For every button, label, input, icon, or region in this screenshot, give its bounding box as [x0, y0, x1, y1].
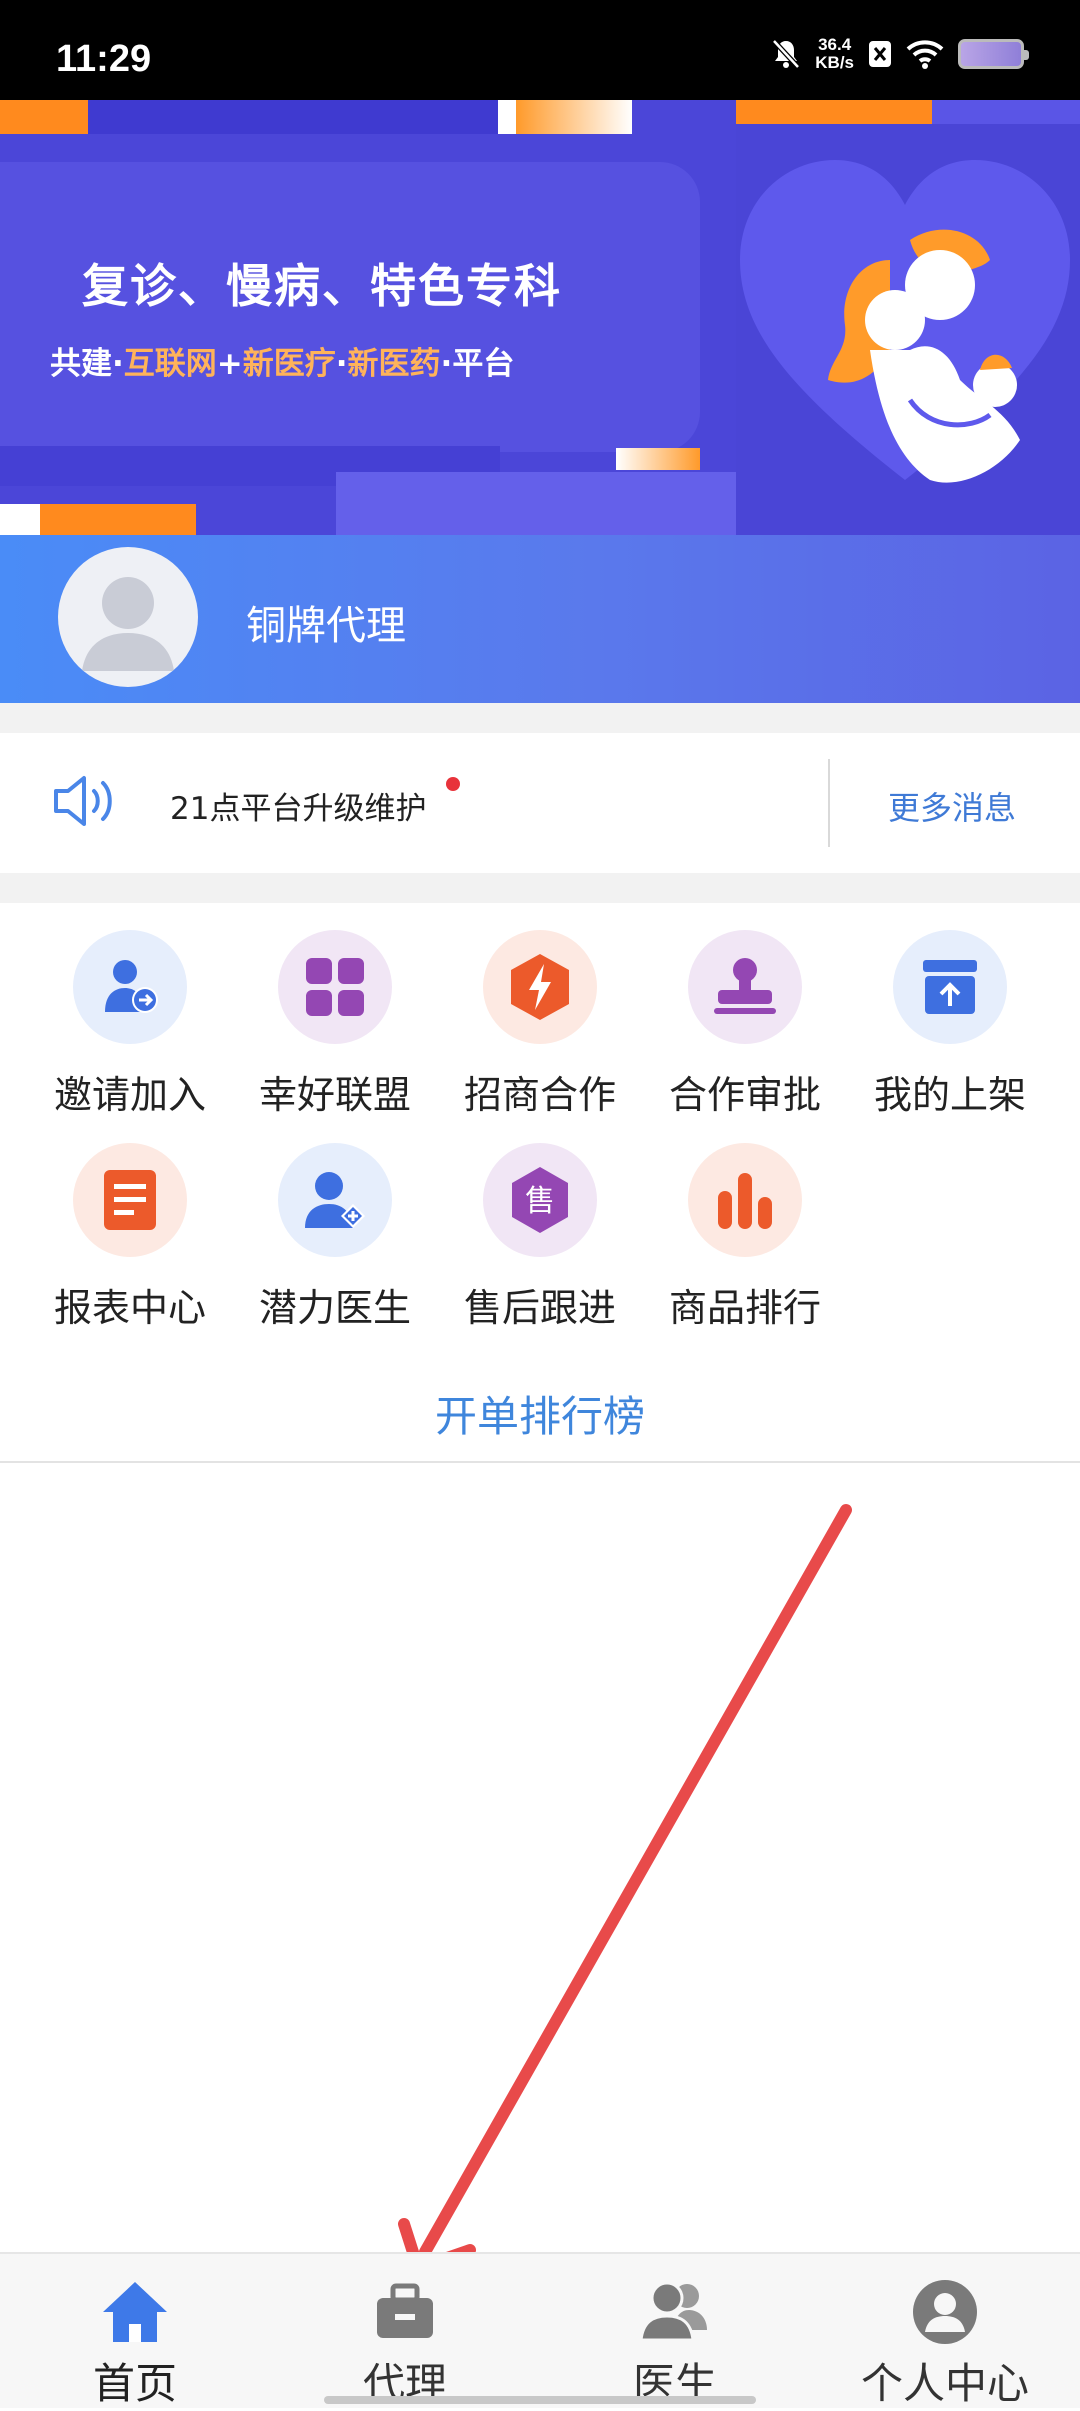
network-speed: 36.4 KB/s	[815, 36, 854, 72]
grid-item-after-sale[interactable]: 售 售后跟进	[437, 1143, 643, 1332]
grid-item-label: 邀请加入	[53, 1073, 206, 1117]
banner-sub-text: ·平台	[440, 346, 515, 382]
tab-doctor[interactable]: 医生	[540, 2254, 810, 2410]
tab-home[interactable]: 首页	[0, 2254, 270, 2410]
grid-item-investment[interactable]: 招商合作	[437, 930, 643, 1119]
banner-subtitle: 共建·互联网+新医疗·新医药·平台	[50, 338, 514, 383]
lightning-icon	[483, 930, 597, 1044]
grid-apps-icon	[278, 930, 392, 1044]
speaker-icon	[54, 776, 112, 826]
report-icon	[73, 1143, 187, 1257]
mute-bell-icon	[772, 39, 801, 69]
briefcase-icon	[377, 2283, 433, 2338]
grid-item-potential-doctor[interactable]: 潜力医生	[232, 1143, 438, 1332]
default-avatar-icon	[82, 577, 174, 671]
notice-text[interactable]: 21点平台升级维护	[170, 783, 426, 828]
status-time: 11:29	[56, 38, 152, 80]
grid-item-label: 潜力医生	[258, 1286, 411, 1330]
grid-item-label: 报表中心	[53, 1286, 206, 1330]
home-icon	[103, 2282, 167, 2342]
banner-sub-text: +	[216, 346, 243, 382]
battery-icon	[958, 39, 1029, 69]
notice-bar[interactable]: 21点平台升级维护 更多消息	[0, 733, 1080, 873]
tab-profile[interactable]: 个人中心	[810, 2254, 1080, 2410]
grid-item-approval[interactable]: 合作审批	[642, 930, 848, 1119]
user-add-icon	[278, 1143, 392, 1257]
after-sale-icon: 售	[483, 1143, 597, 1257]
shelf-upload-icon	[893, 930, 1007, 1044]
home-indicator[interactable]	[324, 2396, 756, 2404]
grid-item-label: 售后跟进	[463, 1286, 616, 1330]
more-messages-link[interactable]: 更多消息	[888, 783, 1016, 829]
grid-item-label: 合作审批	[668, 1073, 821, 1117]
stamp-icon	[688, 930, 802, 1044]
banner-sub-highlight: 新医药	[347, 346, 441, 382]
banner-sub-text: 共建·	[50, 346, 124, 382]
unread-dot	[446, 777, 460, 791]
mother-child-illustration	[828, 229, 1020, 483]
hero-banner[interactable]: 复诊、慢病、特色专科 共建·互联网+新医疗·新医药·平台	[0, 100, 1080, 535]
section-divider	[0, 703, 1080, 733]
banner-sub-highlight: 新医疗	[242, 346, 336, 382]
svg-text:售: 售	[525, 1184, 555, 1219]
grid-item-label: 我的上架	[873, 1073, 1026, 1117]
banner-sub-text: ·	[335, 346, 348, 382]
speed-unit: KB/s	[815, 53, 854, 72]
bottom-tab-bar: 首页 代理 医生 个人中心	[0, 2252, 1080, 2408]
section-divider	[0, 873, 1080, 903]
function-grid: 邀请加入 幸好联盟 招商合作 合作审批 我的上架 报表中心 潜力医生 售 售后跟…	[0, 903, 1080, 1463]
speed-value: 36.4	[818, 35, 852, 54]
banner-title: 复诊、慢病、特色专科	[82, 259, 562, 313]
tab-agent[interactable]: 代理	[270, 2254, 540, 2410]
grid-item-invite[interactable]: 邀请加入	[27, 930, 233, 1119]
wifi-icon	[906, 40, 944, 69]
grid-item-alliance[interactable]: 幸好联盟	[232, 930, 438, 1119]
grid-item-label: 招商合作	[463, 1073, 616, 1117]
order-ranking-link[interactable]: 开单排行榜	[0, 1383, 1080, 1444]
notice-divider	[828, 759, 830, 847]
app-notification-icon	[869, 41, 891, 67]
status-icons: 36.4 KB/s	[771, 34, 1029, 74]
grid-item-label: 幸好联盟	[258, 1073, 411, 1117]
grid-item-reports[interactable]: 报表中心	[27, 1143, 233, 1332]
banner-sub-highlight: 互联网	[123, 346, 217, 382]
tab-label: 首页	[92, 2359, 177, 2408]
bar-chart-icon	[688, 1143, 802, 1257]
status-bar: 11:29 36.4 KB/s	[0, 0, 1080, 100]
avatar[interactable]	[58, 547, 198, 687]
tab-label: 个人中心	[860, 2359, 1029, 2408]
profile-icon	[913, 2280, 977, 2344]
doctors-icon	[639, 2281, 707, 2342]
grid-item-label: 商品排行	[668, 1286, 821, 1330]
agent-level-name: 铜牌代理	[246, 603, 406, 649]
agent-profile-bar[interactable]: 铜牌代理	[0, 535, 1080, 703]
grid-item-my-listing[interactable]: 我的上架	[847, 930, 1053, 1119]
grid-item-product-ranking[interactable]: 商品排行	[642, 1143, 848, 1332]
user-invite-icon	[73, 930, 187, 1044]
